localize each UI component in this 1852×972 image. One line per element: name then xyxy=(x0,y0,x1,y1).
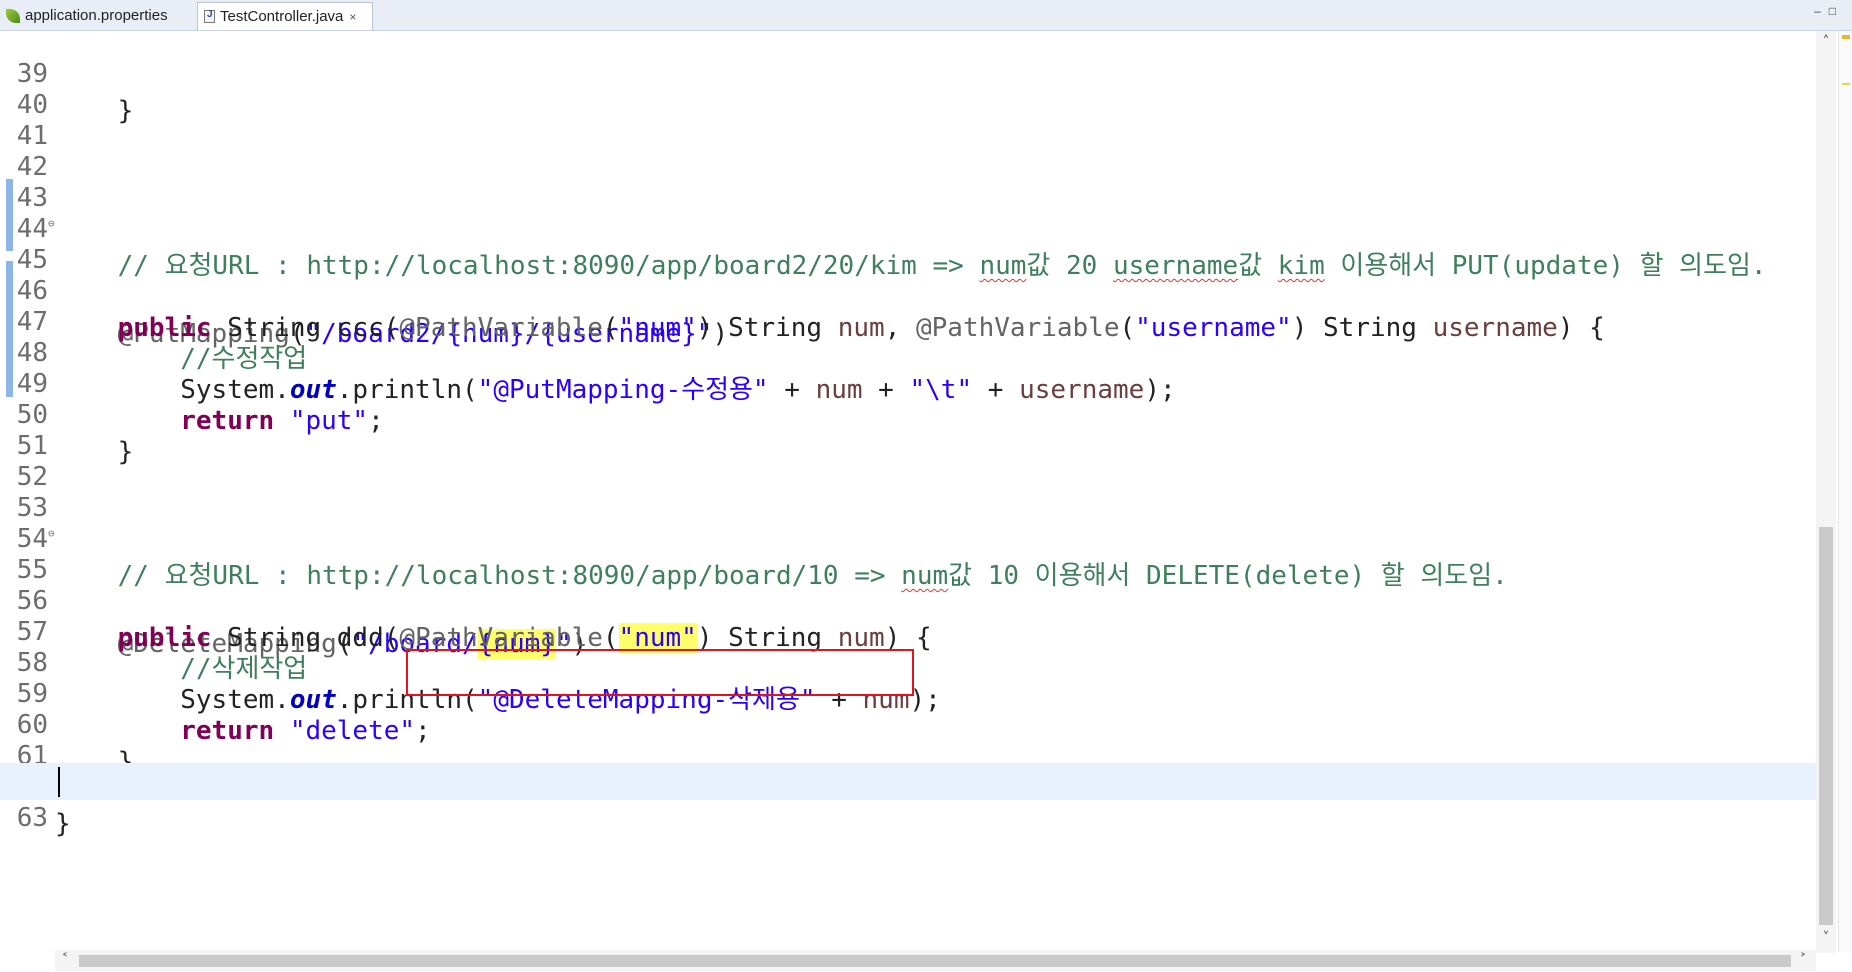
overview-ruler[interactable] xyxy=(1838,31,1852,952)
editor-tab-bar: application.properties TestController.ja… xyxy=(0,0,1852,31)
vertical-scrollbar[interactable]: ˄ ˅ xyxy=(1816,31,1836,953)
window-controls: –□ xyxy=(1814,4,1844,18)
horizontal-scroll-thumb[interactable] xyxy=(79,955,1791,967)
callout-box xyxy=(406,649,914,696)
current-line: 63 xyxy=(0,763,1816,833)
maximize-button[interactable]: □ xyxy=(1829,4,1844,18)
text-cursor xyxy=(58,767,60,797)
horizontal-scrollbar[interactable]: ˂ ˃ xyxy=(55,950,1816,971)
tab-label: application.properties xyxy=(25,7,168,24)
scroll-up-icon[interactable]: ˄ xyxy=(1816,35,1836,49)
tab-application-properties[interactable]: application.properties xyxy=(0,2,195,29)
close-tab-icon[interactable]: × xyxy=(349,10,356,24)
scroll-left-icon[interactable]: ˂ xyxy=(55,953,75,967)
minimize-button[interactable]: – xyxy=(1814,4,1829,18)
vertical-scroll-thumb[interactable] xyxy=(1819,527,1833,925)
tab-label: TestController.java xyxy=(220,8,344,25)
warning-marker-icon[interactable] xyxy=(1842,35,1850,39)
spring-properties-icon xyxy=(6,8,20,23)
line-number: 63 xyxy=(16,803,48,833)
tab-testcontroller-java[interactable]: TestController.java × xyxy=(197,2,373,30)
scroll-down-icon[interactable]: ˅ xyxy=(1816,931,1836,945)
java-file-icon xyxy=(204,9,215,23)
scroll-right-icon[interactable]: ˃ xyxy=(1793,953,1813,967)
occurrence-marker[interactable] xyxy=(1842,83,1850,85)
code-editor[interactable]: 39 } 40 41 42 43 44 // 요청URL : http://lo… xyxy=(0,31,1816,952)
